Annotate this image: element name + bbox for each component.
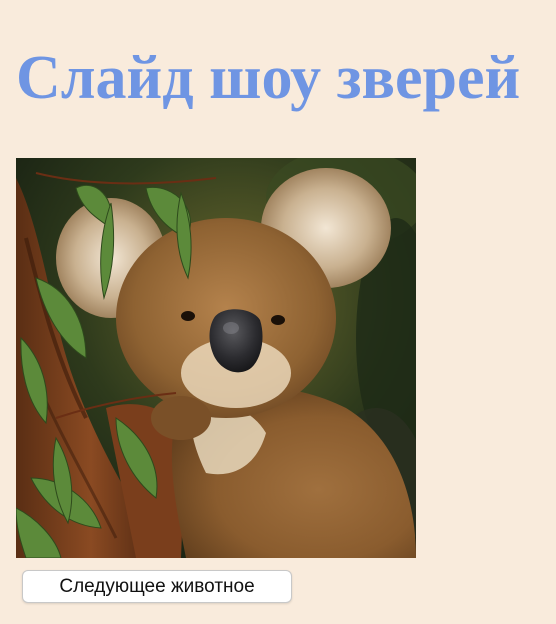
next-animal-button[interactable]: Следующее животное: [22, 570, 292, 603]
animal-photo: [16, 158, 416, 558]
page-title: Слайд шоу зверей: [16, 44, 521, 112]
